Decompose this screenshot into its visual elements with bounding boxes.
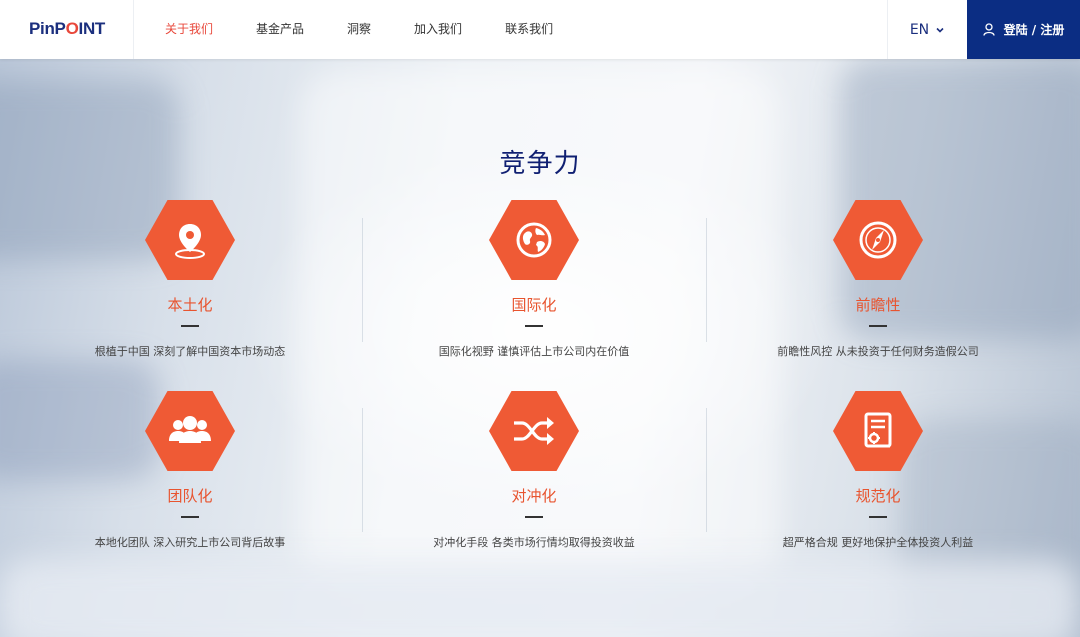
compass-icon — [859, 221, 897, 259]
competency-card-localization: 本土化 根植于中国 深刻了解中国资本市场动态 — [18, 200, 362, 372]
pinpoint-logo[interactable]: PinPOINT — [29, 19, 105, 39]
title-underline — [869, 325, 887, 327]
card-title: 本土化 — [167, 296, 213, 314]
language-switcher[interactable]: EN — [887, 0, 967, 59]
competency-card-foresight: 前瞻性 前瞻性风控 从未投资于任何财务造假公司 — [706, 200, 1050, 372]
team-icon — [169, 416, 211, 443]
card-description: 对冲化手段 各类市场行情均取得投资收益 — [433, 536, 635, 549]
main-nav: 关于我们 基金产品 洞察 加入我们 联系我们 — [165, 0, 596, 59]
hexagon-badge — [489, 200, 579, 280]
language-label: EN — [909, 21, 930, 38]
login-label: 登陆 / 注册 — [1003, 23, 1065, 37]
chevron-down-icon — [936, 27, 944, 33]
hexagon-badge — [833, 200, 923, 280]
hexagon-badge — [489, 391, 579, 471]
card-description: 本地化团队 深入研究上市公司背后故事 — [94, 536, 286, 549]
card-title: 团队化 — [167, 487, 213, 505]
section-title: 竞争力 — [499, 149, 581, 179]
card-title: 前瞻性 — [855, 296, 901, 314]
user-icon — [982, 23, 995, 36]
location-pin-icon — [175, 224, 205, 259]
card-title: 国际化 — [511, 296, 557, 314]
title-underline — [181, 516, 199, 518]
hexagon-badge — [833, 391, 923, 471]
competency-card-teamwork: 团队化 本地化团队 深入研究上市公司背后故事 — [18, 391, 362, 563]
nav-about-us[interactable]: 关于我们 — [165, 0, 213, 59]
title-underline — [525, 325, 543, 327]
competency-card-hedging: 对冲化 对冲化手段 各类市场行情均取得投资收益 — [362, 391, 706, 563]
competency-card-internationalization: 国际化 国际化视野 谨慎评估上市公司内在价值 — [362, 200, 706, 372]
card-title: 规范化 — [855, 487, 901, 505]
hexagon-badge — [145, 391, 235, 471]
competency-card-compliance: 规范化 超严格合规 更好地保护全体投资人利益 — [706, 391, 1050, 563]
nav-insights[interactable]: 洞察 — [347, 0, 371, 59]
title-underline — [869, 516, 887, 518]
nav-join-us[interactable]: 加入我们 — [414, 0, 462, 59]
globe-icon — [516, 222, 552, 258]
card-description: 前瞻性风控 从未投资于任何财务造假公司 — [777, 345, 979, 358]
logo-divider — [133, 0, 134, 59]
shuffle-icon — [514, 417, 554, 445]
title-underline — [181, 325, 199, 327]
card-description: 国际化视野 谨慎评估上市公司内在价值 — [438, 345, 630, 358]
card-description: 超严格合规 更好地保护全体投资人利益 — [782, 536, 974, 549]
card-title: 对冲化 — [511, 487, 557, 505]
nav-fund-products[interactable]: 基金产品 — [256, 0, 304, 59]
nav-contact-us[interactable]: 联系我们 — [505, 0, 553, 59]
title-underline — [525, 516, 543, 518]
login-register-button[interactable]: 登陆 / 注册 — [967, 0, 1080, 59]
hexagon-badge — [145, 200, 235, 280]
compliance-document-icon — [864, 412, 892, 448]
top-header: PinPOINT 关于我们 基金产品 洞察 加入我们 联系我们 EN 登陆 / … — [0, 0, 1080, 59]
card-description: 根植于中国 深刻了解中国资本市场动态 — [94, 345, 286, 358]
